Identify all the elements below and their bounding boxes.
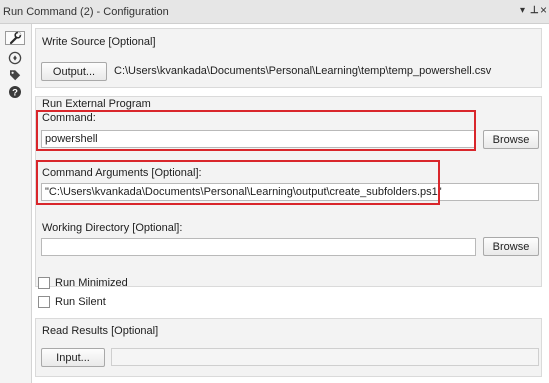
sidebar: ?	[0, 24, 32, 383]
command-label: Command:	[42, 112, 96, 124]
read-results-input[interactable]	[111, 348, 539, 366]
command-input[interactable]: powershell	[41, 130, 476, 148]
run-minimized-option[interactable]: Run Minimized	[38, 277, 128, 289]
configuration-panel: Write Source [Optional] Output... C:\Use…	[32, 24, 549, 383]
help-tab[interactable]: ?	[5, 84, 25, 100]
output-button[interactable]: Output...	[41, 62, 107, 81]
run-external-section: Run External Program Command: powershell…	[35, 96, 542, 287]
run-minimized-checkbox[interactable]	[38, 277, 50, 289]
window-title: Run Command (2) - Configuration	[3, 6, 169, 18]
write-source-section: Write Source [Optional] Output... C:\Use…	[35, 28, 542, 88]
working-directory-input[interactable]	[41, 238, 476, 256]
run-external-label: Run External Program	[42, 98, 151, 110]
navigate-icon	[8, 51, 22, 65]
help-icon: ?	[9, 86, 21, 98]
svg-text:?: ?	[12, 87, 18, 98]
read-results-section: Read Results [Optional] Input...	[35, 318, 542, 377]
title-bar: Run Command (2) - Configuration ▾ ⊥ ×	[0, 0, 549, 24]
wrench-icon	[9, 31, 22, 45]
close-icon[interactable]: ×	[540, 3, 547, 17]
command-browse-button[interactable]: Browse	[483, 130, 539, 149]
configuration-tab[interactable]	[5, 31, 25, 45]
tag-tab[interactable]	[5, 67, 25, 83]
read-results-label: Read Results [Optional]	[42, 325, 159, 337]
annotation-tab[interactable]	[5, 50, 25, 66]
run-silent-label: Run Silent	[55, 296, 106, 308]
input-button[interactable]: Input...	[41, 348, 105, 367]
working-directory-browse-button[interactable]: Browse	[483, 237, 539, 256]
run-silent-checkbox[interactable]	[38, 296, 50, 308]
run-silent-option[interactable]: Run Silent	[38, 296, 106, 308]
write-source-label: Write Source [Optional]	[42, 36, 156, 48]
command-arguments-label: Command Arguments [Optional]:	[42, 167, 202, 179]
pin-icon[interactable]: ⊥	[530, 4, 539, 18]
output-path: C:\Users\kvankada\Documents\Personal\Lea…	[114, 65, 492, 77]
working-directory-label: Working Directory [Optional]:	[42, 222, 183, 234]
command-arguments-input[interactable]: "C:\Users\kvankada\Documents\Personal\Le…	[41, 183, 539, 201]
run-minimized-label: Run Minimized	[55, 277, 128, 289]
tag-icon	[10, 70, 21, 81]
window-menu-icon[interactable]: ▾	[520, 4, 525, 18]
